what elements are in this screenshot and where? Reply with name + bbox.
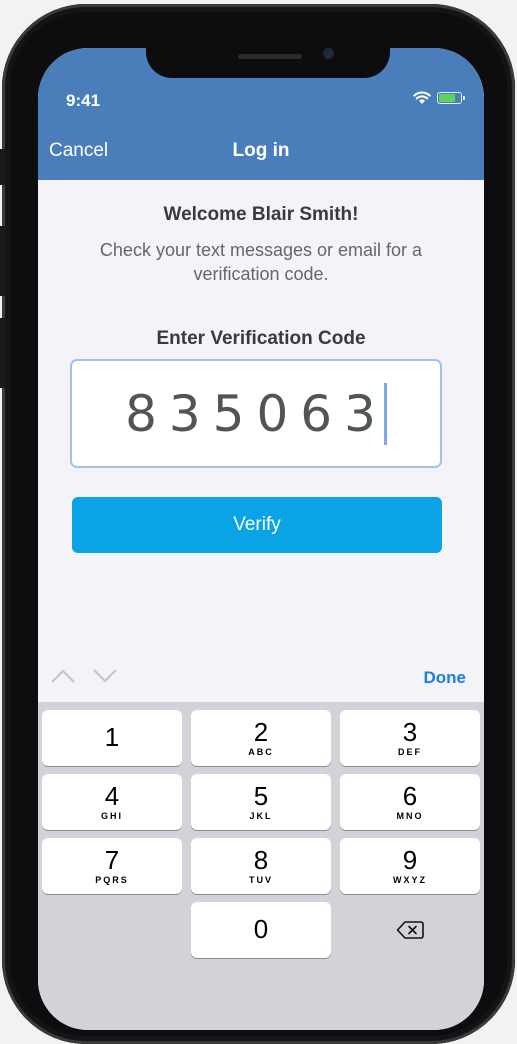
key-1[interactable]: 1: [42, 710, 182, 766]
key-letters: TUV: [249, 875, 273, 885]
key-digit: 6: [402, 781, 418, 811]
key-digit: 1: [104, 722, 120, 752]
verify-button[interactable]: Verify: [72, 497, 442, 553]
key-letters: PQRS: [95, 875, 129, 885]
key-2[interactable]: 2 ABC: [191, 710, 331, 766]
code-value: 835063: [125, 384, 388, 443]
key-letters: WXYZ: [393, 875, 427, 885]
keyboard-toolbar: Done: [38, 658, 484, 702]
notch: [146, 48, 390, 78]
verification-code-input[interactable]: 835063: [70, 359, 442, 468]
instructions-text: Check your text messages or email for a …: [99, 240, 423, 284]
numeric-keypad: 1 2 ABC 3 DEF 4 GHI 5 JKL 6 MNO 7 PQRS 8…: [38, 702, 484, 1030]
key-digit: 7: [104, 845, 120, 875]
volume-down-button: [0, 318, 6, 388]
key-digit: 5: [253, 781, 269, 811]
status-time: 9:41: [66, 91, 101, 110]
key-8[interactable]: 8 TUV: [191, 838, 331, 894]
delete-key[interactable]: [340, 902, 480, 958]
key-digit: 2: [253, 717, 269, 747]
status-icons: [413, 91, 465, 105]
key-7[interactable]: 7 PQRS: [42, 838, 182, 894]
key-letters: DEF: [398, 747, 422, 757]
key-digit: 4: [104, 781, 120, 811]
key-4[interactable]: 4 GHI: [42, 774, 182, 830]
volume-up-button: [0, 226, 6, 296]
text-cursor: [383, 382, 387, 445]
camera: [323, 48, 334, 59]
key-3[interactable]: 3 DEF: [340, 710, 480, 766]
speaker: [238, 54, 302, 59]
key-5[interactable]: 5 JKL: [191, 774, 331, 830]
key-digit: 0: [253, 914, 269, 944]
key-digit: 3: [402, 717, 418, 747]
wifi-icon: [413, 91, 431, 104]
welcome-heading: Welcome Blair Smith!: [163, 204, 359, 225]
key-digit: 9: [402, 845, 418, 875]
key-digit: 8: [253, 845, 269, 875]
key-letters: JKL: [249, 811, 273, 821]
key-letters: ABC: [248, 747, 274, 757]
chevron-down-icon[interactable]: [92, 666, 118, 686]
key-0[interactable]: 0: [191, 902, 331, 958]
chevron-up-icon[interactable]: [50, 666, 76, 686]
code-label: Enter Verification Code: [156, 328, 366, 349]
key-9[interactable]: 9 WXYZ: [340, 838, 480, 894]
backspace-icon: [396, 921, 424, 939]
key-6[interactable]: 6 MNO: [340, 774, 480, 830]
silent-switch: [0, 149, 6, 185]
phone-frame: 9:41 Cancel Log in Welcome Blair Smith! …: [0, 4, 515, 1044]
done-button[interactable]: Done: [424, 668, 467, 688]
battery-fill: [439, 94, 456, 102]
key-letters: MNO: [396, 811, 424, 821]
battery-charging-icon: [437, 92, 465, 104]
screen: 9:41 Cancel Log in Welcome Blair Smith! …: [38, 48, 484, 1030]
page-title: Log in: [232, 140, 290, 161]
key-letters: GHI: [100, 811, 123, 821]
